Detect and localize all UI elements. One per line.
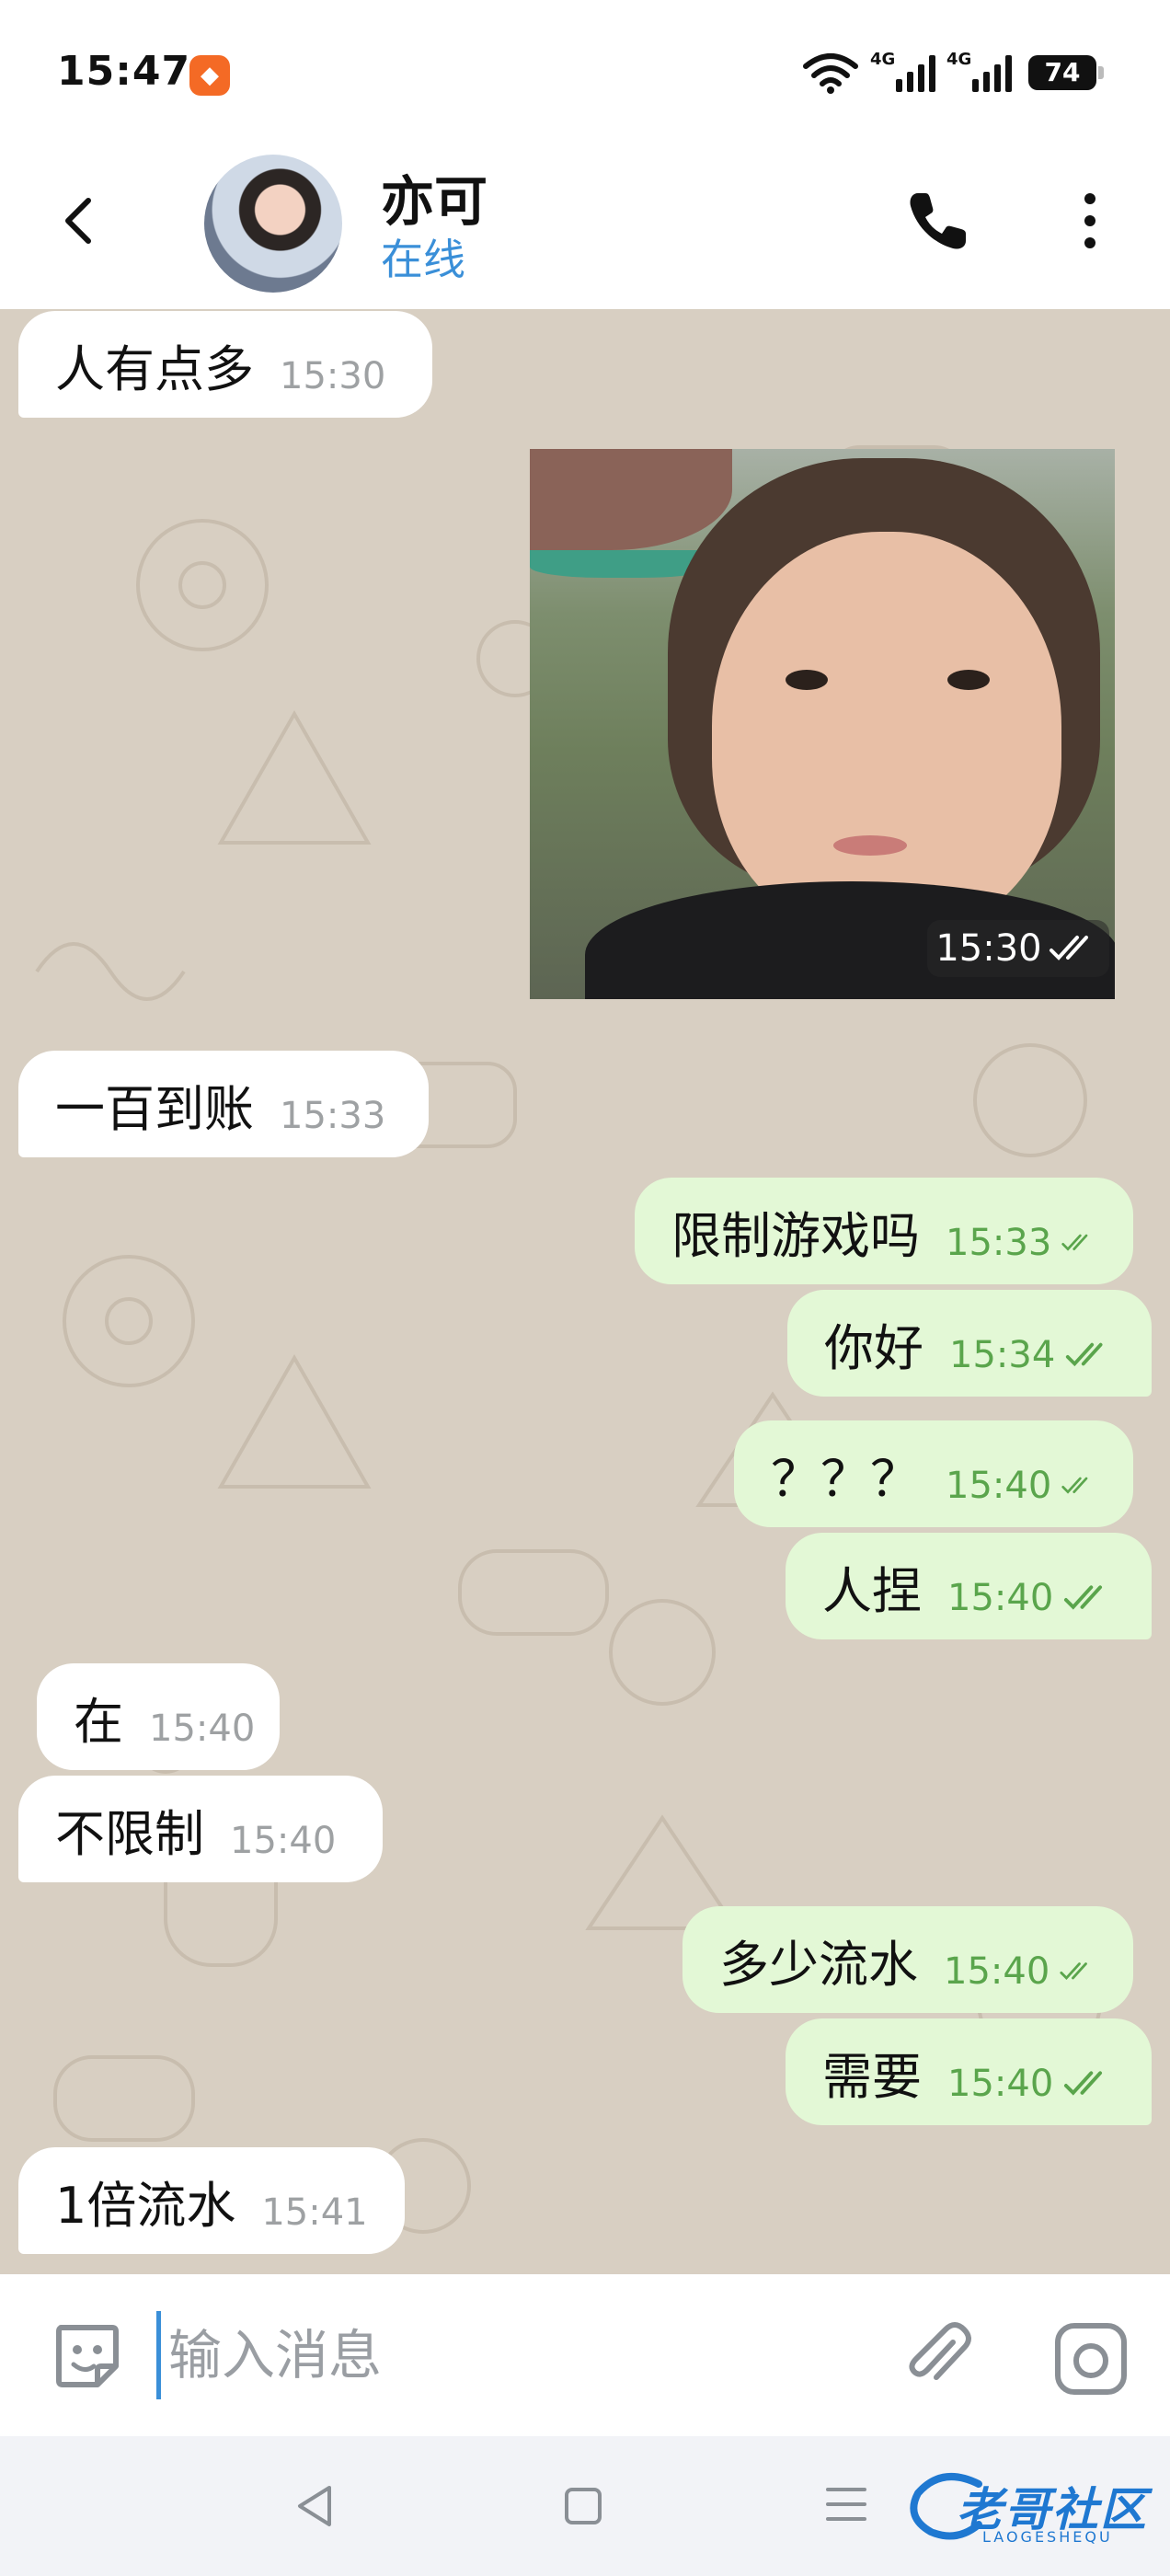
back-arrow-icon[interactable] <box>53 193 109 248</box>
double-check-icon <box>1061 1477 1088 1494</box>
double-check-icon <box>1049 936 1088 960</box>
message-text: 多少流水 <box>719 1935 918 1994</box>
wifi-icon <box>803 53 858 94</box>
message-time: 15:40 <box>149 1708 256 1750</box>
battery-icon: 74 <box>1028 55 1104 90</box>
cellular-signal-icon-1: 4G <box>870 50 935 92</box>
message-text: 限制游戏吗 <box>671 1206 920 1265</box>
message-incoming[interactable]: 不限制 15:40 <box>18 1776 383 1882</box>
message-text: 在 <box>74 1692 123 1751</box>
attachment-paperclip-icon[interactable] <box>900 2317 979 2396</box>
cellular-signal-icon-2: 4G <box>946 50 1012 92</box>
double-check-icon <box>1060 1962 1088 1981</box>
image-timestamp: 15:30 <box>927 920 1109 977</box>
double-check-icon <box>1066 1342 1103 1367</box>
message-incoming[interactable]: 在 15:40 <box>37 1663 280 1770</box>
message-incoming[interactable]: 人有点多 15:30 <box>18 311 432 418</box>
message-time: 15:33 <box>946 1222 1052 1264</box>
message-text: 你好 <box>824 1318 923 1377</box>
message-image[interactable] <box>530 449 1115 999</box>
contact-avatar[interactable] <box>204 155 342 293</box>
message-time: 15:30 <box>280 355 386 397</box>
message-time: 15:40 <box>947 1577 1054 1619</box>
message-outgoing[interactable]: 限制游戏吗 15:33 <box>635 1178 1133 1284</box>
status-time: 15:47 <box>57 48 191 95</box>
double-check-icon <box>1064 2071 1103 2096</box>
network-type-label-2: 4G <box>946 50 972 69</box>
message-incoming[interactable]: 一百到账 15:33 <box>18 1051 429 1157</box>
message-time: 15:30 <box>935 927 1042 970</box>
nav-home-icon[interactable] <box>556 2478 611 2534</box>
contact-name[interactable]: 亦可 <box>381 158 488 236</box>
status-icons: 4G 4G 74 <box>802 50 1104 94</box>
contact-status: 在线 <box>381 235 465 284</box>
system-navigation-bar: 老哥社区 LAOGESHEQU <box>0 2436 1170 2576</box>
double-check-icon <box>1064 1585 1103 1610</box>
network-type-label-1: 4G <box>870 50 896 69</box>
double-check-icon <box>1061 1234 1088 1251</box>
message-time: 15:40 <box>946 1465 1052 1507</box>
message-text: 1倍流水 <box>55 2176 236 2235</box>
camera-icon[interactable] <box>1052 2320 1130 2398</box>
more-options-icon[interactable] <box>1076 188 1104 254</box>
message-outgoing[interactable]: 人捏 15:40 <box>786 1533 1152 1639</box>
nav-recents-icon[interactable] <box>819 2477 874 2532</box>
message-time: 15:40 <box>230 1820 337 1862</box>
message-text: 一百到账 <box>55 1079 254 1138</box>
message-text: 需要 <box>822 2047 922 2106</box>
message-time: 15:40 <box>944 1950 1050 1993</box>
message-text: 人有点多 <box>55 339 254 398</box>
message-input[interactable] <box>156 2311 874 2399</box>
message-text: 不限制 <box>55 1804 204 1863</box>
message-outgoing[interactable]: 需要 15:40 <box>786 2018 1152 2125</box>
message-time: 15:41 <box>261 2191 368 2234</box>
nav-back-icon[interactable] <box>287 2478 342 2534</box>
sticker-emoji-icon[interactable] <box>50 2318 123 2392</box>
watermark-logo: 老哥社区 LAOGESHEQU <box>905 2466 1153 2554</box>
chat-message-list[interactable]: 人有点多 15:30 15:30 一百到账 15:33 限制游戏吗 15:33 … <box>0 309 1170 2274</box>
chat-header: 亦可 在线 <box>0 147 1170 309</box>
message-incoming[interactable]: 1倍流水 15:41 <box>18 2147 405 2254</box>
message-time: 15:33 <box>280 1095 386 1137</box>
phone-call-icon[interactable] <box>905 188 971 254</box>
message-outgoing[interactable]: 多少流水 15:40 <box>682 1906 1133 2013</box>
app-notification-icon: ◆ <box>189 55 230 96</box>
watermark-subtext: LAOGESHEQU <box>982 2528 1113 2546</box>
status-bar: 15:47 ◆ 4G 4G 74 <box>0 0 1170 147</box>
message-text: 人捏 <box>822 1561 922 1620</box>
message-time: 15:34 <box>949 1334 1056 1376</box>
message-outgoing[interactable]: 你好 15:34 <box>787 1290 1152 1397</box>
message-outgoing[interactable]: ？？？ 15:40 <box>734 1420 1133 1527</box>
message-text: ？？？ <box>771 1449 920 1508</box>
message-composer <box>0 2274 1170 2436</box>
message-time: 15:40 <box>947 2063 1054 2105</box>
